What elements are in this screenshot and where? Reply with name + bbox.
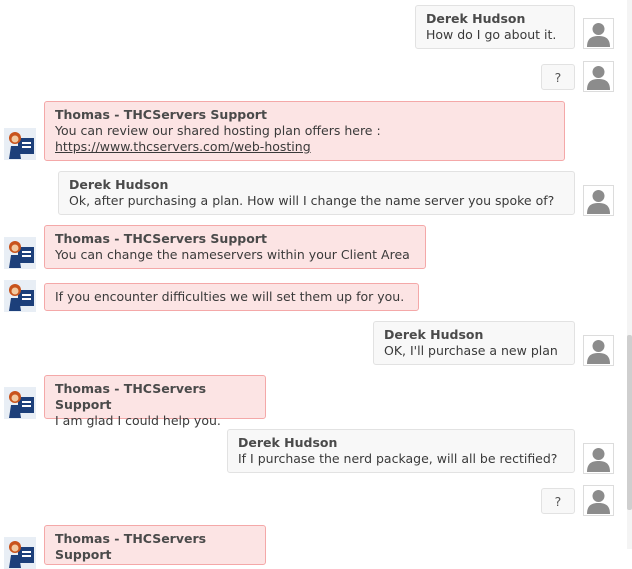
message-text: I am glad I could help you. xyxy=(55,413,221,428)
user-message: ? xyxy=(541,488,575,514)
user-message: ? xyxy=(541,64,575,90)
user-avatar-icon xyxy=(583,185,614,216)
user-avatar-icon xyxy=(583,335,614,366)
sender-name: Thomas - THCServers Support xyxy=(55,531,207,562)
agent-avatar-icon xyxy=(4,280,36,312)
sender-name: Thomas - THCServers Support xyxy=(55,231,267,246)
agent-message: Thomas - THCServers Support xyxy=(44,525,266,565)
user-message: Derek Hudson If I purchase the nerd pack… xyxy=(227,429,575,473)
sender-name: Derek Hudson xyxy=(384,327,484,342)
sender-name: Derek Hudson xyxy=(426,11,526,26)
user-message: Derek Hudson How do I go about it. xyxy=(415,5,575,49)
sender-name: Derek Hudson xyxy=(238,435,338,450)
sender-name: Thomas - THCServers Support xyxy=(55,107,267,122)
user-message: Derek Hudson Ok, after purchasing a plan… xyxy=(58,171,575,215)
message-text: You can change the nameservers within yo… xyxy=(55,247,410,262)
agent-message: Thomas - THCServers Support You can revi… xyxy=(44,101,565,161)
message-text: ? xyxy=(554,70,562,85)
scrollbar-thumb[interactable] xyxy=(627,335,632,510)
message-text: If you encounter difficulties we will se… xyxy=(55,289,405,304)
message-text: Ok, after purchasing a plan. How will I … xyxy=(69,193,555,208)
message-text: ? xyxy=(554,494,562,509)
agent-avatar-icon xyxy=(4,537,36,569)
agent-message: Thomas - THCServers Support I am glad I … xyxy=(44,375,266,428)
sender-name: Thomas - THCServers Support xyxy=(55,381,207,412)
agent-avatar-icon xyxy=(4,387,36,419)
user-avatar-icon xyxy=(583,61,614,92)
message-text: OK, I'll purchase a new plan xyxy=(384,343,558,358)
message-text: If I purchase the nerd package, will all… xyxy=(238,451,558,466)
user-avatar-icon xyxy=(583,485,614,516)
user-avatar-icon xyxy=(583,18,614,49)
message-text: You can review our shared hosting plan o… xyxy=(55,123,381,138)
agent-message: Thomas - THCServers Support You can chan… xyxy=(44,225,426,269)
agent-avatar-icon xyxy=(4,237,36,269)
hosting-link[interactable]: https://www.thcservers.com/web-hosting xyxy=(55,139,554,155)
message-text: How do I go about it. xyxy=(426,27,557,42)
agent-message: If you encounter difficulties we will se… xyxy=(44,283,419,311)
sender-name: Derek Hudson xyxy=(69,177,169,192)
agent-avatar-icon xyxy=(4,128,36,160)
user-avatar-icon xyxy=(583,443,614,474)
user-message: Derek Hudson OK, I'll purchase a new pla… xyxy=(373,321,575,365)
